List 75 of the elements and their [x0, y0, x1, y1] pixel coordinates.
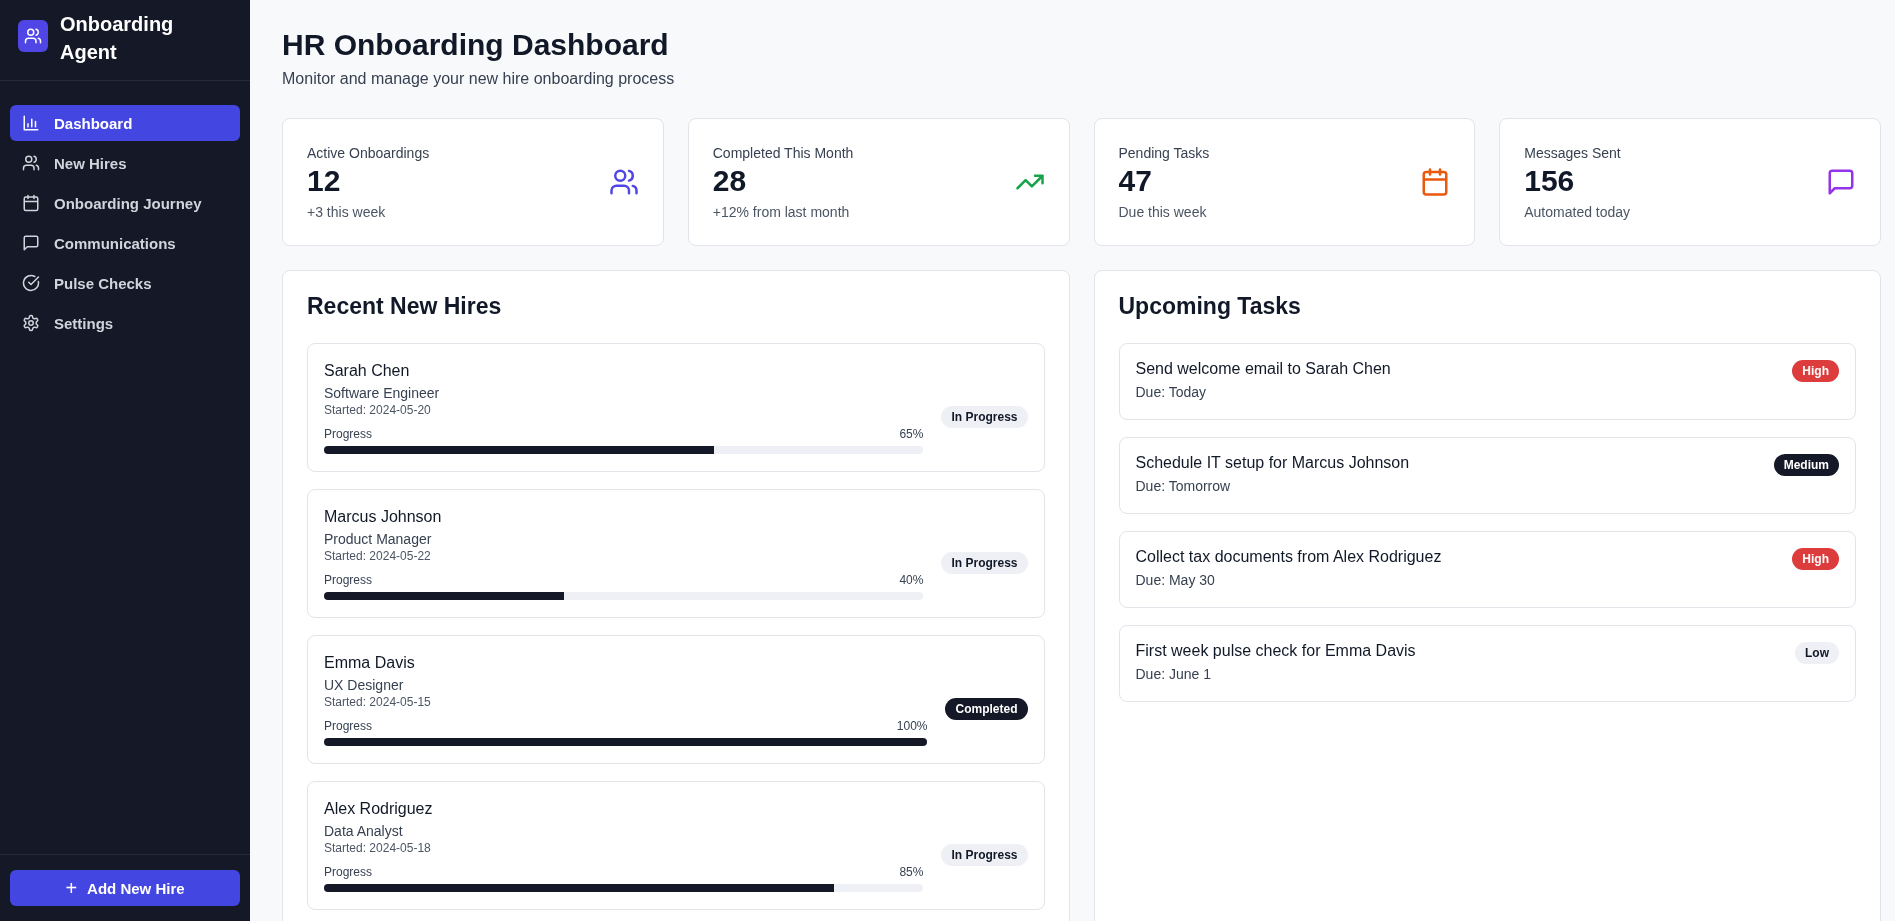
hire-card[interactable]: Marcus Johnson Product Manager Started: 2024-05-22 Progress 40% In Progress: [307, 489, 1045, 618]
task-title: Collect tax documents from Alex Rodriguez: [1135, 548, 1442, 566]
status-badge: Completed: [945, 697, 1028, 720]
stat-value: 28: [712, 163, 748, 198]
stat-note: +3 this week: [307, 203, 387, 220]
hire-start-date: Started: 2024-05-20: [324, 403, 432, 417]
task-title: Schedule IT setup for Marcus Johnson: [1135, 454, 1410, 472]
message-icon: [22, 234, 40, 252]
logo-icon: [18, 20, 48, 52]
priority-badge: High: [1792, 548, 1839, 570]
progress-percent: 65%: [899, 427, 924, 441]
task-card[interactable]: First week pulse check for Emma Davis Due: June 1 Low: [1118, 625, 1856, 702]
task-due-date: Due: May 30: [1135, 572, 1216, 588]
gear-icon: [22, 314, 40, 332]
users-icon: [22, 154, 40, 172]
hire-role: Product Manager: [324, 531, 433, 547]
nav-item[interactable]: New Hires: [10, 145, 240, 181]
status-badge: In Progress: [941, 843, 1028, 866]
hire-start-date: Started: 2024-05-22: [324, 549, 432, 563]
page-title: HR Onboarding Dashboard: [282, 28, 670, 62]
stat-value: 12: [307, 163, 342, 198]
hire-start-date: Started: 2024-05-18: [324, 841, 432, 855]
stat-label: Completed This Month: [712, 144, 854, 161]
task-due-date: Due: June 1: [1135, 666, 1212, 682]
check-icon: [22, 274, 40, 292]
nav-item[interactable]: Onboarding Journey: [10, 185, 240, 221]
hire-name: Alex Rodriguez: [324, 800, 434, 818]
hire-role: Data Analyst: [324, 823, 404, 839]
hire-role: UX Designer: [324, 677, 405, 693]
stat-value: 156: [1524, 163, 1576, 198]
stat-value: 47: [1118, 163, 1153, 198]
page-subtitle: Monitor and manage your new hire onboarding process: [282, 70, 676, 88]
calendar-icon: [22, 194, 40, 212]
stat-label: Messages Sent: [1524, 144, 1622, 161]
stat-label: Pending Tasks: [1118, 144, 1210, 161]
task-due-date: Due: Today: [1135, 384, 1208, 400]
task-card[interactable]: Schedule IT setup for Marcus Johnson Due: Tomorrow Medium: [1118, 437, 1856, 514]
progress-percent: 85%: [899, 865, 924, 879]
hire-card[interactable]: Alex Rodriguez Data Analyst Started: 2024-05-18 Progress 85% In Progress: [307, 781, 1045, 910]
nav-item[interactable]: Pulse Checks: [10, 265, 240, 301]
progress-label: Progress: [324, 427, 373, 441]
progress-label: Progress: [324, 719, 373, 733]
hire-name: Emma Davis: [324, 654, 416, 672]
stat-note: Due this week: [1118, 203, 1208, 220]
nav-item[interactable]: Dashboard: [10, 105, 240, 141]
stat-note: +12% from last month: [712, 203, 851, 220]
task-title: Send welcome email to Sarah Chen: [1135, 360, 1391, 378]
stat-note: Automated today: [1524, 203, 1631, 220]
add-new-hire-button[interactable]: + Add New Hire: [10, 870, 240, 906]
nav-item[interactable]: Communications: [10, 225, 240, 261]
status-badge: In Progress: [941, 551, 1028, 574]
task-due-date: Due: Tomorrow: [1135, 478, 1232, 494]
hire-role: Software Engineer: [324, 385, 441, 401]
hire-card[interactable]: Emma Davis UX Designer Started: 2024-05-15 Progress 100% Completed: [307, 635, 1045, 764]
hire-start-date: Started: 2024-05-15: [324, 695, 432, 709]
progress-percent: 100%: [896, 719, 928, 733]
panel-title: Upcoming Tasks: [1118, 293, 1302, 320]
hire-name: Marcus Johnson: [324, 508, 443, 526]
status-badge: In Progress: [941, 405, 1028, 428]
progress-percent: 40%: [899, 573, 924, 587]
progress-label: Progress: [324, 865, 373, 879]
task-card[interactable]: Send welcome email to Sarah Chen Due: Today High: [1118, 343, 1856, 420]
stat-label: Active Onboardings: [307, 144, 430, 161]
progress-label: Progress: [324, 573, 373, 587]
priority-badge: High: [1792, 360, 1839, 382]
hire-name: Sarah Chen: [324, 362, 411, 380]
nav-item[interactable]: Settings: [10, 305, 240, 341]
app-name: Onboarding Agent: [60, 12, 175, 65]
task-title: First week pulse check for Emma Davis: [1135, 642, 1416, 660]
priority-badge: Low: [1795, 642, 1839, 664]
chart-icon: [22, 114, 40, 132]
hire-card[interactable]: Sarah Chen Software Engineer Started: 2024-05-20 Progress 65% In Progress: [307, 343, 1045, 472]
task-card[interactable]: Collect tax documents from Alex Rodriguez Due: May 30 High: [1118, 531, 1856, 608]
priority-badge: Medium: [1773, 454, 1839, 476]
panel-title: Recent New Hires: [307, 293, 503, 320]
